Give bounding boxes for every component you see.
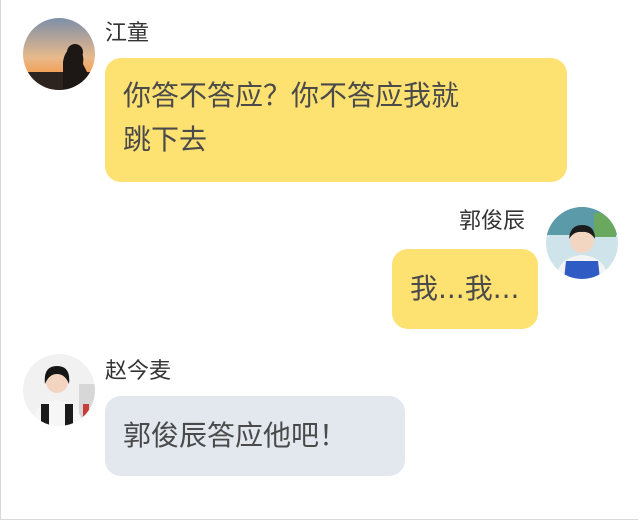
chat-window: 江童 你答不答应？你不答应我就 跳下去 郭俊辰 我...我... 赵今麦 郭俊辰… (0, 0, 638, 520)
sender-name: 江童 (105, 21, 150, 46)
message-line: 跳下去 (123, 123, 208, 156)
boy-in-blue-overalls-avatar-icon (546, 207, 618, 279)
message-line: 郭俊辰答应他吧！ (123, 419, 348, 452)
sender-name: 郭俊辰 (459, 209, 526, 234)
message-line: 你答不答应？你不答应我就 (123, 79, 460, 112)
sunset-silhouette-avatar-icon (23, 18, 95, 90)
message-line: 我...我... (410, 272, 520, 305)
message-bubble[interactable]: 郭俊辰答应他吧！ (105, 396, 405, 476)
sender-name: 赵今麦 (105, 359, 172, 384)
avatar-jiangtong[interactable] (23, 18, 95, 90)
girl-with-backpack-avatar-icon (23, 354, 95, 426)
avatar-zhaojinmai[interactable] (23, 354, 95, 426)
message-bubble[interactable]: 我...我... (392, 249, 538, 329)
avatar-guojunchen[interactable] (546, 207, 618, 279)
message-bubble[interactable]: 你答不答应？你不答应我就 跳下去 (105, 58, 567, 182)
